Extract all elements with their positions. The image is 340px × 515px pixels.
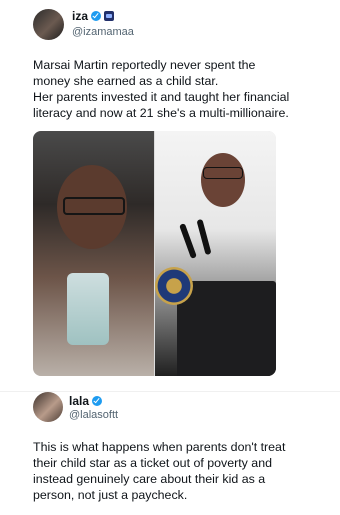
photo-speaker-at-podium[interactable] — [155, 131, 276, 376]
affiliate-badge-icon — [104, 11, 115, 21]
tweet-izamamaa: iza @izamamaa Marsai Martin reportedly n… — [0, 0, 340, 392]
avatar[interactable] — [33, 392, 63, 422]
display-name-text[interactable]: lala — [69, 394, 89, 408]
tweet-media[interactable] — [33, 131, 276, 376]
photo-child-with-glass[interactable] — [33, 131, 154, 376]
display-name[interactable]: iza — [72, 9, 115, 23]
speaker-face — [201, 153, 245, 207]
user-handle[interactable]: @izamamaa — [72, 26, 134, 38]
microphone — [179, 223, 197, 259]
podium — [177, 281, 276, 376]
verified-badge-icon — [92, 396, 103, 406]
avatar[interactable] — [33, 9, 64, 40]
microphone — [196, 218, 212, 256]
glasses — [203, 167, 243, 179]
verified-badge-icon — [91, 11, 102, 21]
presidential-seal — [155, 267, 193, 305]
user-handle[interactable]: @lalasoftt — [69, 409, 118, 421]
tweet-text: This is what happens when parents don't … — [33, 440, 286, 502]
display-name-text[interactable]: iza — [72, 9, 88, 23]
display-name[interactable]: lala — [69, 394, 103, 408]
tweet-lalasoftt: lala @lalasoftt This is what happens whe… — [0, 392, 340, 515]
tweet-text: Marsai Martin reportedly never spent the… — [33, 58, 290, 120]
glass-of-milk — [67, 273, 109, 345]
glasses — [63, 197, 125, 215]
